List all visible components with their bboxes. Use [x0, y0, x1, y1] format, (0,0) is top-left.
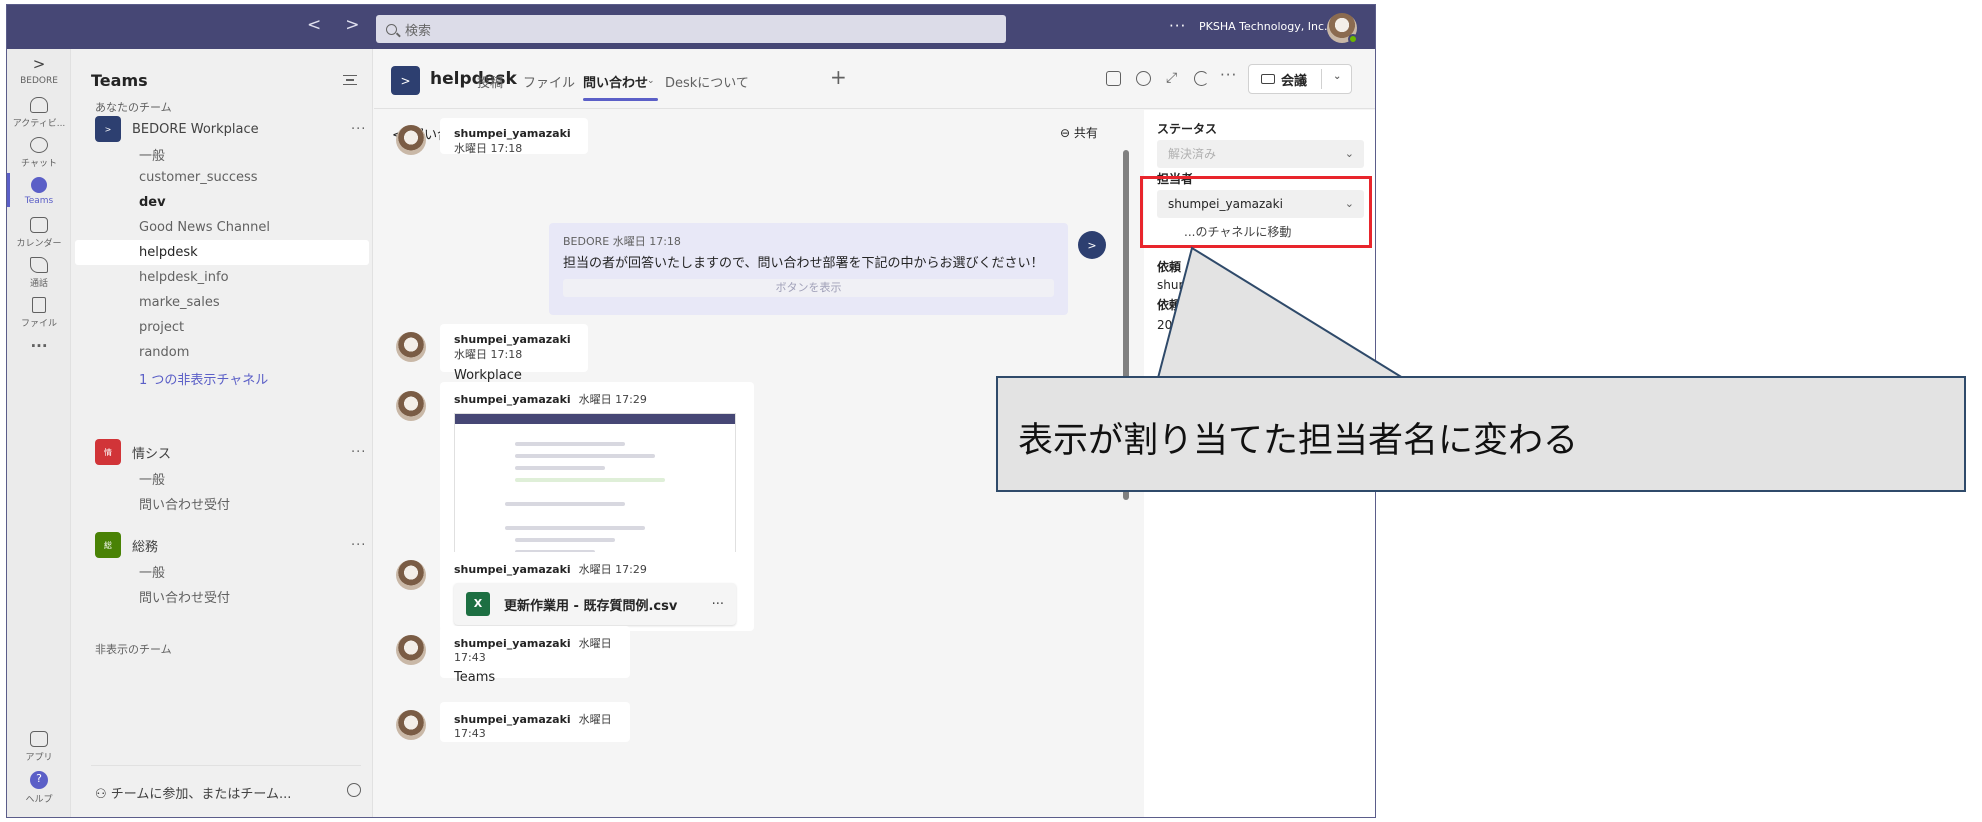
annotation-callout: 表示が割り当てた担当者名に変わる — [996, 376, 1966, 492]
callout-text: 表示が割り当てた担当者名に変わる — [1018, 421, 1579, 461]
